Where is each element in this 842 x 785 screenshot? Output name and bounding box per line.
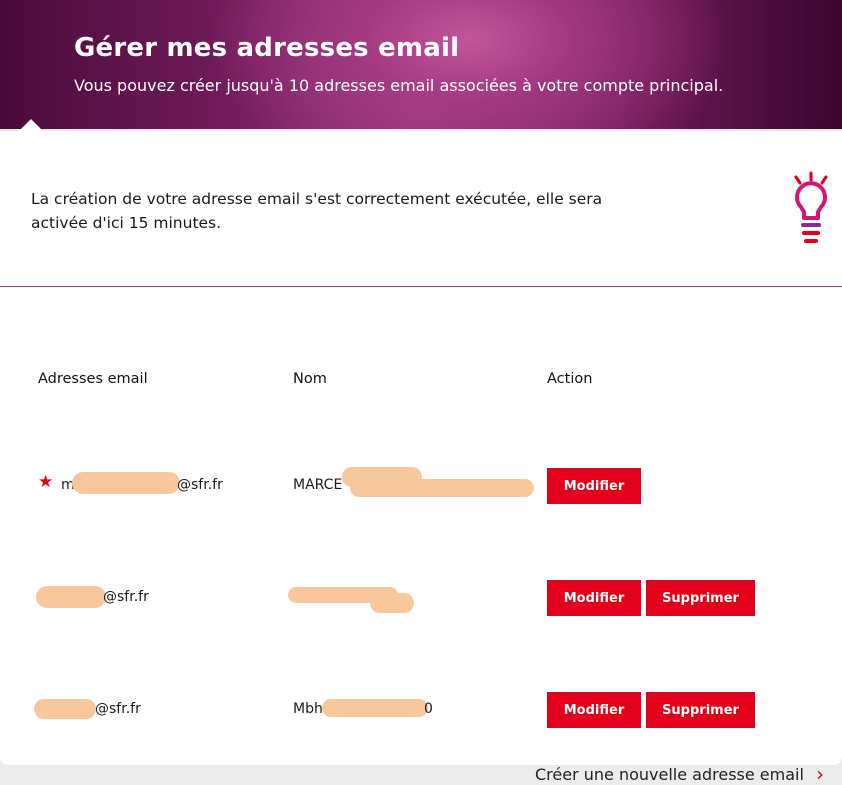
email-domain: @sfr.fr — [95, 701, 141, 717]
page-subtitle: Vous pouvez créer jusqu'à 10 adresses em… — [74, 76, 724, 95]
section-divider — [0, 286, 842, 287]
notice-pointer — [19, 119, 43, 131]
redaction-mark — [370, 593, 414, 613]
redaction-mark — [36, 586, 106, 608]
content-card: La création de votre adresse email s'est… — [0, 131, 842, 765]
primary-star-icon: ★ — [38, 472, 54, 492]
modify-button[interactable]: Modifier — [547, 692, 641, 728]
account-name-end: 0 — [424, 701, 433, 717]
success-message: La création de votre adresse email s'est… — [31, 190, 603, 232]
column-header-action: Action — [547, 371, 593, 387]
email-domain: @sfr.fr — [177, 477, 223, 493]
lightbulb-icon — [794, 171, 828, 243]
account-name: MARCE — [293, 477, 343, 493]
chevron-right-icon[interactable]: › — [816, 762, 824, 785]
column-header-name: Nom — [293, 371, 327, 387]
redaction-mark — [350, 479, 534, 497]
modify-button[interactable]: Modifier — [547, 468, 641, 504]
delete-button[interactable]: Supprimer — [646, 580, 755, 616]
page: Gérer mes adresses email Vous pouvez cré… — [0, 0, 842, 785]
header-banner: Gérer mes adresses email Vous pouvez cré… — [0, 0, 842, 131]
create-email-link[interactable]: Créer une nouvelle adresse email — [535, 765, 804, 784]
delete-button[interactable]: Supprimer — [646, 692, 755, 728]
email-domain: @sfr.fr — [103, 589, 149, 605]
account-name: Mbh — [293, 701, 323, 717]
modify-button[interactable]: Modifier — [547, 580, 641, 616]
column-header-email: Adresses email — [38, 371, 148, 387]
redaction-mark — [34, 699, 96, 719]
redaction-mark — [322, 699, 428, 717]
redaction-mark — [72, 472, 180, 494]
page-title: Gérer mes adresses email — [74, 33, 460, 63]
